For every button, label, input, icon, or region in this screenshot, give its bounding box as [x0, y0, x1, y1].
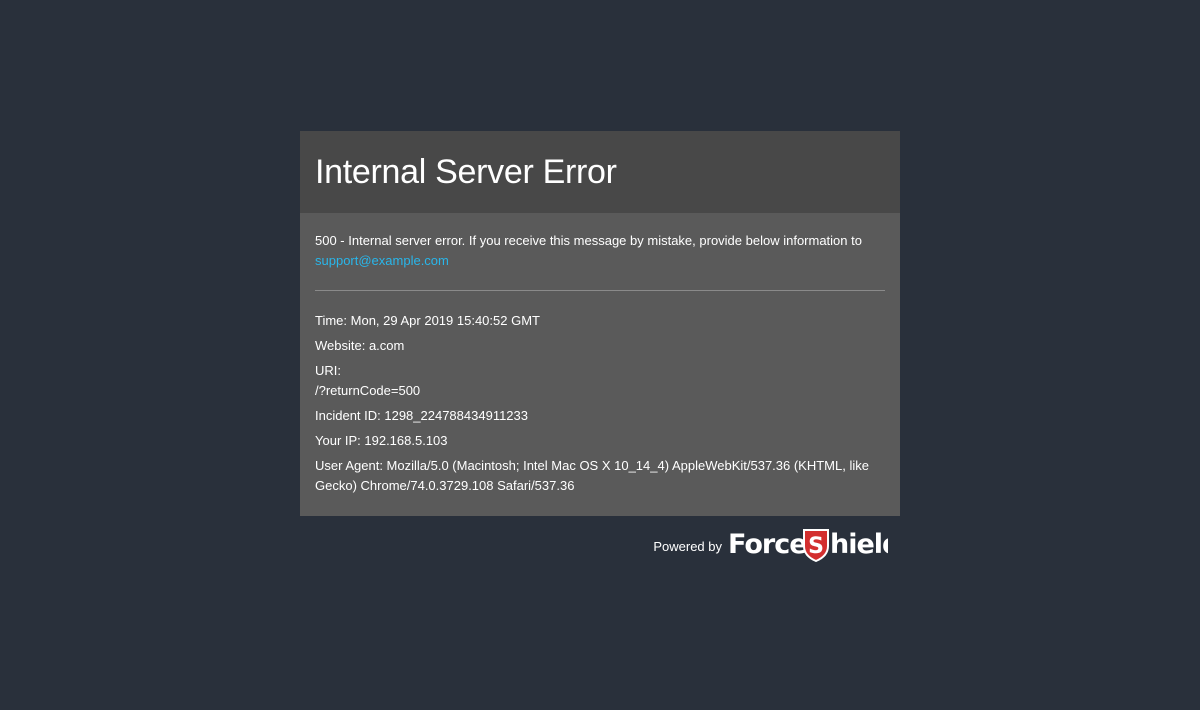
website-info: Website: a.com	[315, 338, 405, 353]
uri-value: /?returnCode=500	[315, 383, 421, 398]
error-body: 500 - Internal server error. If you rece…	[300, 213, 900, 516]
error-header: Internal Server Error	[300, 131, 900, 213]
powered-by-text: Powered by	[653, 538, 722, 554]
error-message-text: 500 - Internal server error. If you rece…	[315, 233, 862, 248]
uri-label: URI:	[315, 363, 341, 378]
svg-text:S: S	[808, 534, 824, 559]
error-card: Internal Server Error 500 - Internal ser…	[300, 131, 900, 516]
incident-id-info: Incident ID: 1298_224788434911233	[315, 408, 529, 423]
support-email-link[interactable]: support@example.com	[315, 253, 449, 268]
divider	[315, 290, 885, 291]
svg-text:hield: hield	[830, 529, 888, 560]
error-message: 500 - Internal server error. If you rece…	[315, 231, 885, 271]
time-info: Time: Mon, 29 Apr 2019 15:40:52 GMT	[315, 313, 540, 328]
svg-text:Force: Force	[728, 529, 807, 560]
user-agent-info: User Agent: Mozilla/5.0 (Macintosh; Inte…	[315, 458, 869, 493]
uri-info: URI: /?returnCode=500	[315, 361, 885, 401]
footer: Powered by Force S hield	[653, 526, 888, 562]
ip-info: Your IP: 192.168.5.103	[315, 433, 448, 448]
forceshield-logo: Force S hield	[728, 529, 888, 562]
page-title: Internal Server Error	[315, 152, 617, 191]
